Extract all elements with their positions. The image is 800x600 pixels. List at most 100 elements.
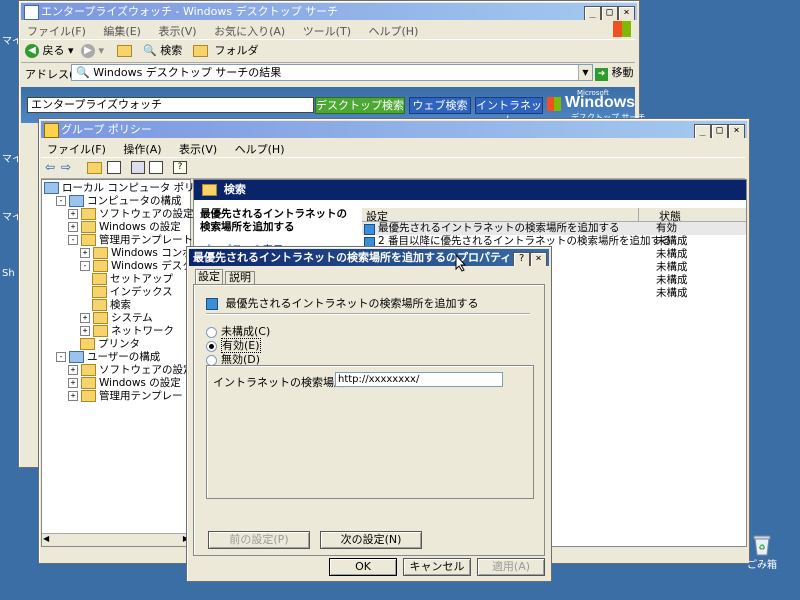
tree-item-label: インデックス xyxy=(110,286,173,298)
intranet-button[interactable]: イントラネット xyxy=(475,97,543,127)
folder-icon xyxy=(81,390,96,402)
folder-icon xyxy=(93,312,108,324)
menu-tools[interactable]: ツール(T) xyxy=(303,25,351,38)
folder-icon xyxy=(81,234,96,246)
back-label: 戻る xyxy=(42,44,65,57)
tree-item[interactable]: + システム xyxy=(80,312,153,325)
close-button[interactable]: × xyxy=(728,124,745,138)
title-bar[interactable]: グループ ポリシー _ □ × xyxy=(41,121,747,138)
next-setting-button[interactable]: 次の設定(N) xyxy=(320,531,422,549)
scroll-left-icon[interactable]: ◀ xyxy=(43,534,49,543)
list-header: 設定 状態 xyxy=(362,208,746,224)
folder-icon xyxy=(93,325,108,337)
row-state: 未構成 xyxy=(656,261,688,273)
expand-icon[interactable]: + xyxy=(68,209,78,219)
menu-view[interactable]: 表示(V) xyxy=(158,25,196,38)
forward-button[interactable]: ▶ ▾ xyxy=(81,42,104,60)
tree-hscrollbar[interactable]: ◀ ▶ xyxy=(42,533,190,546)
menu-help[interactable]: ヘルプ(H) xyxy=(235,143,285,156)
forward-icon[interactable]: ⇨ xyxy=(61,160,71,174)
menu-file[interactable]: ファイル(F) xyxy=(27,25,86,38)
previous-setting-button[interactable]: 前の設定(P) xyxy=(208,531,310,549)
menu-edit[interactable]: 編集(E) xyxy=(103,25,141,38)
radio-not-configured[interactable] xyxy=(206,326,217,338)
tree-item[interactable]: 検索 xyxy=(92,299,131,312)
collapse-icon[interactable]: - xyxy=(56,196,66,206)
desktop-search-button[interactable]: デスクトップ検索 xyxy=(315,97,405,114)
expand-icon[interactable]: + xyxy=(80,313,90,323)
windows-flag-logo-icon xyxy=(547,97,561,111)
apply-button[interactable]: 適用(A) xyxy=(477,558,545,576)
tree-item[interactable]: + 管理用テンプレート xyxy=(68,390,193,403)
search-label: 検索 xyxy=(160,44,183,57)
tree-item[interactable]: + Windows の設定 xyxy=(68,377,181,390)
export-list-icon[interactable] xyxy=(149,161,163,174)
menu-favorites[interactable]: お気に入り(A) xyxy=(214,25,285,38)
menu-view[interactable]: 表示(V) xyxy=(179,143,217,156)
menu-file[interactable]: ファイル(F) xyxy=(47,143,106,156)
tree-item[interactable]: ローカル コンピュータ ポリシー xyxy=(44,182,216,195)
tree-item[interactable]: インデックス xyxy=(92,286,173,299)
back-icon[interactable]: ⇦ xyxy=(45,160,55,174)
desktop-search-input[interactable]: エンタープライズウォッチ xyxy=(27,97,314,113)
expand-icon[interactable]: + xyxy=(68,222,78,232)
go-button[interactable]: ➜ 移動 xyxy=(595,64,634,81)
tree-item[interactable]: + Windows の設定 xyxy=(68,221,181,234)
web-search-button[interactable]: ウェブ検索 xyxy=(409,97,471,114)
expand-icon[interactable]: + xyxy=(68,365,78,375)
back-button[interactable]: ◀ 戻る ▾ xyxy=(25,42,74,60)
cancel-button[interactable]: キャンセル xyxy=(403,558,471,576)
radio-enabled[interactable] xyxy=(206,340,217,352)
address-page-icon: 🔍 xyxy=(76,66,90,79)
expand-icon[interactable]: + xyxy=(68,391,78,401)
search-button[interactable]: 🔍 検索 xyxy=(143,42,182,60)
folders-button[interactable]: フォルダ xyxy=(193,42,259,60)
menu-help[interactable]: ヘルプ(H) xyxy=(369,25,419,38)
help-button[interactable]: ? xyxy=(513,252,530,266)
expand-icon[interactable]: + xyxy=(68,378,78,388)
details-header: 検索 xyxy=(194,180,746,200)
help-icon[interactable]: ? xyxy=(173,161,187,174)
ok-button[interactable]: OK xyxy=(329,558,397,576)
tree-item[interactable]: プリンタ xyxy=(80,338,140,351)
expand-icon[interactable]: + xyxy=(80,326,90,336)
properties-icon[interactable] xyxy=(131,161,145,174)
title-bar[interactable]: エンタープライズウォッチ - Windows デスクトップ サーチ _ □ × xyxy=(21,3,637,20)
recycle-bin[interactable]: ♻ ごみ箱 xyxy=(744,534,780,571)
menu-action[interactable]: 操作(A) xyxy=(123,143,161,156)
expand-icon[interactable]: + xyxy=(80,248,90,258)
up-icon[interactable] xyxy=(87,162,102,174)
tree-item[interactable]: + ソフトウェアの設定 xyxy=(68,364,194,377)
tree-item[interactable]: セットアップ xyxy=(92,273,173,286)
tab-settings[interactable]: 設定 xyxy=(195,269,223,284)
recycle-bin-icon: ♻ xyxy=(753,535,771,556)
list-row[interactable]: 最優先されるイントラネットの検索場所を追加する 有効 xyxy=(362,222,746,235)
tree-item-label: 管理用テンプレート xyxy=(99,234,194,246)
mouse-cursor-icon xyxy=(455,254,467,272)
show-tree-icon[interactable] xyxy=(107,161,121,174)
collapse-icon[interactable]: - xyxy=(80,261,90,271)
address-dropdown-button[interactable]: ▼ xyxy=(578,65,592,80)
tree-item[interactable]: - ユーザーの構成 xyxy=(56,351,160,364)
policy-name: 最優先されるイントラネットの検索場所を追加する xyxy=(225,297,479,310)
up-folder-button[interactable] xyxy=(117,42,135,60)
url-input[interactable]: http://xxxxxxxx/ xyxy=(335,372,503,387)
tree-item[interactable]: + ネットワーク xyxy=(80,325,174,338)
tree-item[interactable]: + ソフトウェアの設定 xyxy=(68,208,194,221)
tab-explain[interactable]: 説明 xyxy=(225,271,255,284)
address-input[interactable]: 🔍 Windows デスクトップ サーチの結果 ▼ xyxy=(71,64,593,81)
tree-item[interactable]: - コンピュータの構成 xyxy=(56,195,182,208)
collapse-icon[interactable]: - xyxy=(68,235,78,245)
minimize-button[interactable]: _ xyxy=(584,6,601,20)
radio-disabled[interactable] xyxy=(206,354,217,366)
close-button[interactable]: × xyxy=(530,252,547,266)
maximize-button[interactable]: □ xyxy=(601,6,618,20)
tree-item[interactable]: - 管理用テンプレート xyxy=(68,234,193,247)
collapse-icon[interactable]: - xyxy=(56,352,66,362)
recycle-bin-label: ごみ箱 xyxy=(747,560,777,571)
maximize-button[interactable]: □ xyxy=(711,124,728,138)
minimize-button[interactable]: _ xyxy=(694,124,711,138)
title-bar[interactable]: 最優先されるイントラネットの検索場所を追加するのプロパティ ? × xyxy=(189,249,549,266)
header-folder-name: 検索 xyxy=(223,183,246,196)
close-button[interactable]: × xyxy=(618,6,635,20)
